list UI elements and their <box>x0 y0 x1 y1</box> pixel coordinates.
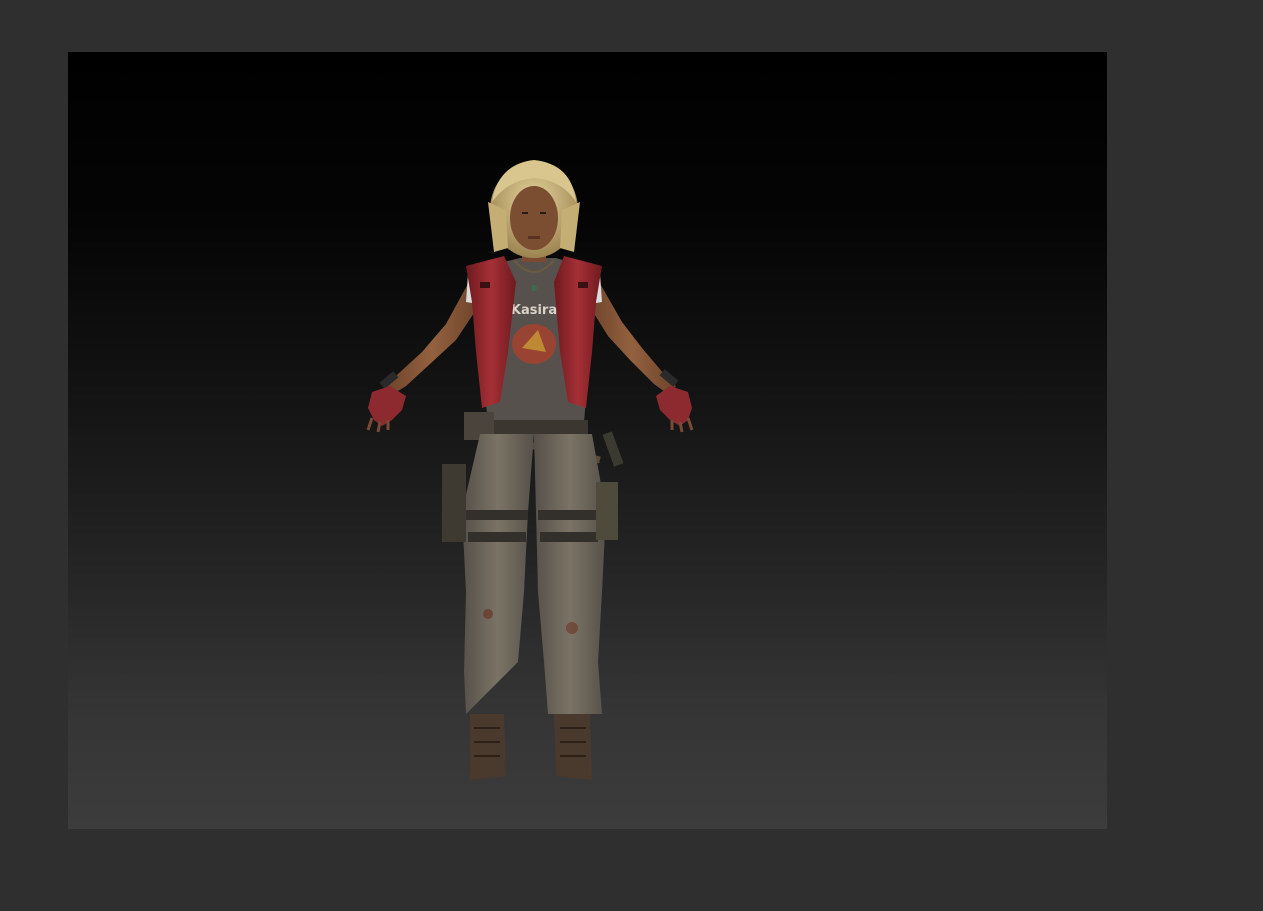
head <box>488 160 580 258</box>
right-arm <box>588 274 679 394</box>
character-model[interactable]: Kasira <box>68 52 1107 829</box>
boots <box>470 714 592 780</box>
right-glove <box>656 386 694 433</box>
left-arm <box>379 274 480 396</box>
left-glove <box>366 386 406 433</box>
shirt-print-text: Kasira <box>511 303 557 318</box>
app-window: Kasira <box>0 0 1263 911</box>
3d-viewport[interactable]: Kasira <box>68 52 1107 829</box>
pants <box>442 434 618 714</box>
